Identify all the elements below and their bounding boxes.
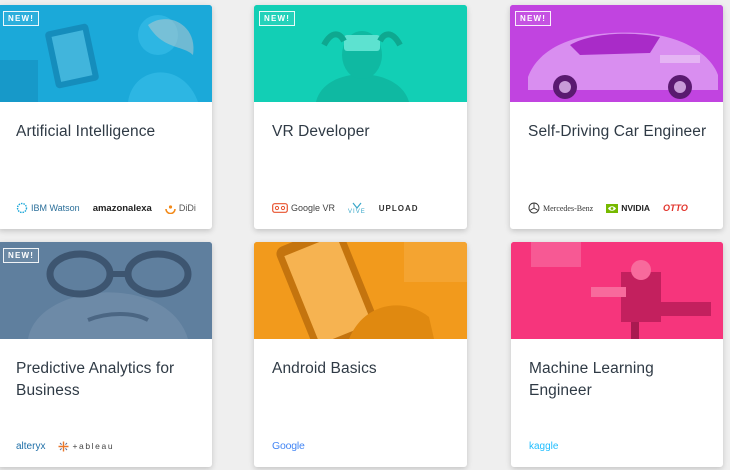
hero-illustration-robot-arm: [511, 242, 723, 339]
mercedes-star-icon: [528, 202, 540, 214]
course-title: Android Basics: [272, 360, 377, 377]
partner-logo-otto: OTTO: [663, 203, 688, 213]
new-badge: NEW!: [259, 11, 296, 26]
course-hero-image: [254, 242, 467, 339]
partner-logo-alteryx: alteryx: [16, 440, 46, 452]
course-hero-image: NEW!: [0, 5, 212, 102]
partner-logos: Google VR VIVE UPLOAD: [272, 199, 459, 217]
google-vr-logo-icon: [272, 203, 288, 213]
course-hero-image: NEW!: [254, 5, 467, 102]
partner-logo-amazon-alexa: amazonalexa: [92, 202, 152, 214]
course-title: Machine Learning Engineer: [529, 360, 654, 399]
course-hero-image: NEW!: [510, 5, 723, 102]
course-title: Predictive Analytics for Business: [16, 360, 175, 399]
hero-illustration-phone-in-hand: [254, 242, 467, 339]
course-card-android-basics[interactable]: Android Basics Google: [254, 242, 467, 467]
course-title: VR Developer: [272, 123, 370, 140]
partner-logos: Google: [272, 437, 459, 455]
partner-logos: kaggle: [529, 437, 715, 455]
partner-logo-vive: VIVE: [348, 202, 366, 215]
partner-logos: IBM Watson amazonalexa DiDi: [16, 199, 204, 217]
course-hero-image: NEW!: [0, 242, 212, 339]
tableau-cross-icon: [58, 441, 69, 451]
course-card-artificial-intelligence[interactable]: NEW! Artificial Intelligence IBM Watson …: [0, 5, 212, 229]
partner-logo-didi: DiDi: [165, 203, 196, 214]
didi-logo-icon: [165, 204, 176, 214]
partner-logo-nvidia: NVIDIA: [606, 203, 650, 213]
partner-logo-google: Google: [272, 440, 305, 452]
new-badge: NEW!: [3, 248, 40, 263]
partner-logo-kaggle: kaggle: [529, 440, 559, 452]
ibm-watson-logo-icon: [16, 202, 28, 214]
new-badge: NEW!: [515, 11, 552, 26]
course-title: Self-Driving Car Engineer: [528, 123, 707, 140]
partner-logo-ibm-watson: IBM Watson: [16, 202, 80, 214]
new-badge: NEW!: [3, 11, 40, 26]
partner-logos: alteryx +ableau: [16, 437, 204, 455]
course-card-predictive-analytics[interactable]: NEW! Predictive Analytics for Business a…: [0, 242, 212, 467]
course-hero-image: [511, 242, 723, 339]
vive-logo-icon: [352, 202, 362, 209]
course-card-machine-learning-engineer[interactable]: Machine Learning Engineer kaggle: [511, 242, 723, 467]
partner-logos: Mercedes-Benz NVIDIA OTTO: [528, 199, 715, 217]
course-title: Artificial Intelligence: [16, 123, 156, 140]
partner-logo-mercedes-benz: Mercedes-Benz: [528, 202, 593, 214]
partner-logo-upload: UPLOAD: [378, 203, 419, 213]
course-card-self-driving-car-engineer[interactable]: NEW! Self-Driving Car Engineer Mercedes-…: [510, 5, 723, 229]
partner-logo-google-vr: Google VR: [272, 203, 335, 213]
partner-logo-tableau: +ableau: [58, 441, 114, 452]
course-card-vr-developer[interactable]: NEW! VR Developer Google VR VIVE UPLOAD: [254, 5, 467, 229]
nvidia-eye-icon: [606, 203, 619, 213]
